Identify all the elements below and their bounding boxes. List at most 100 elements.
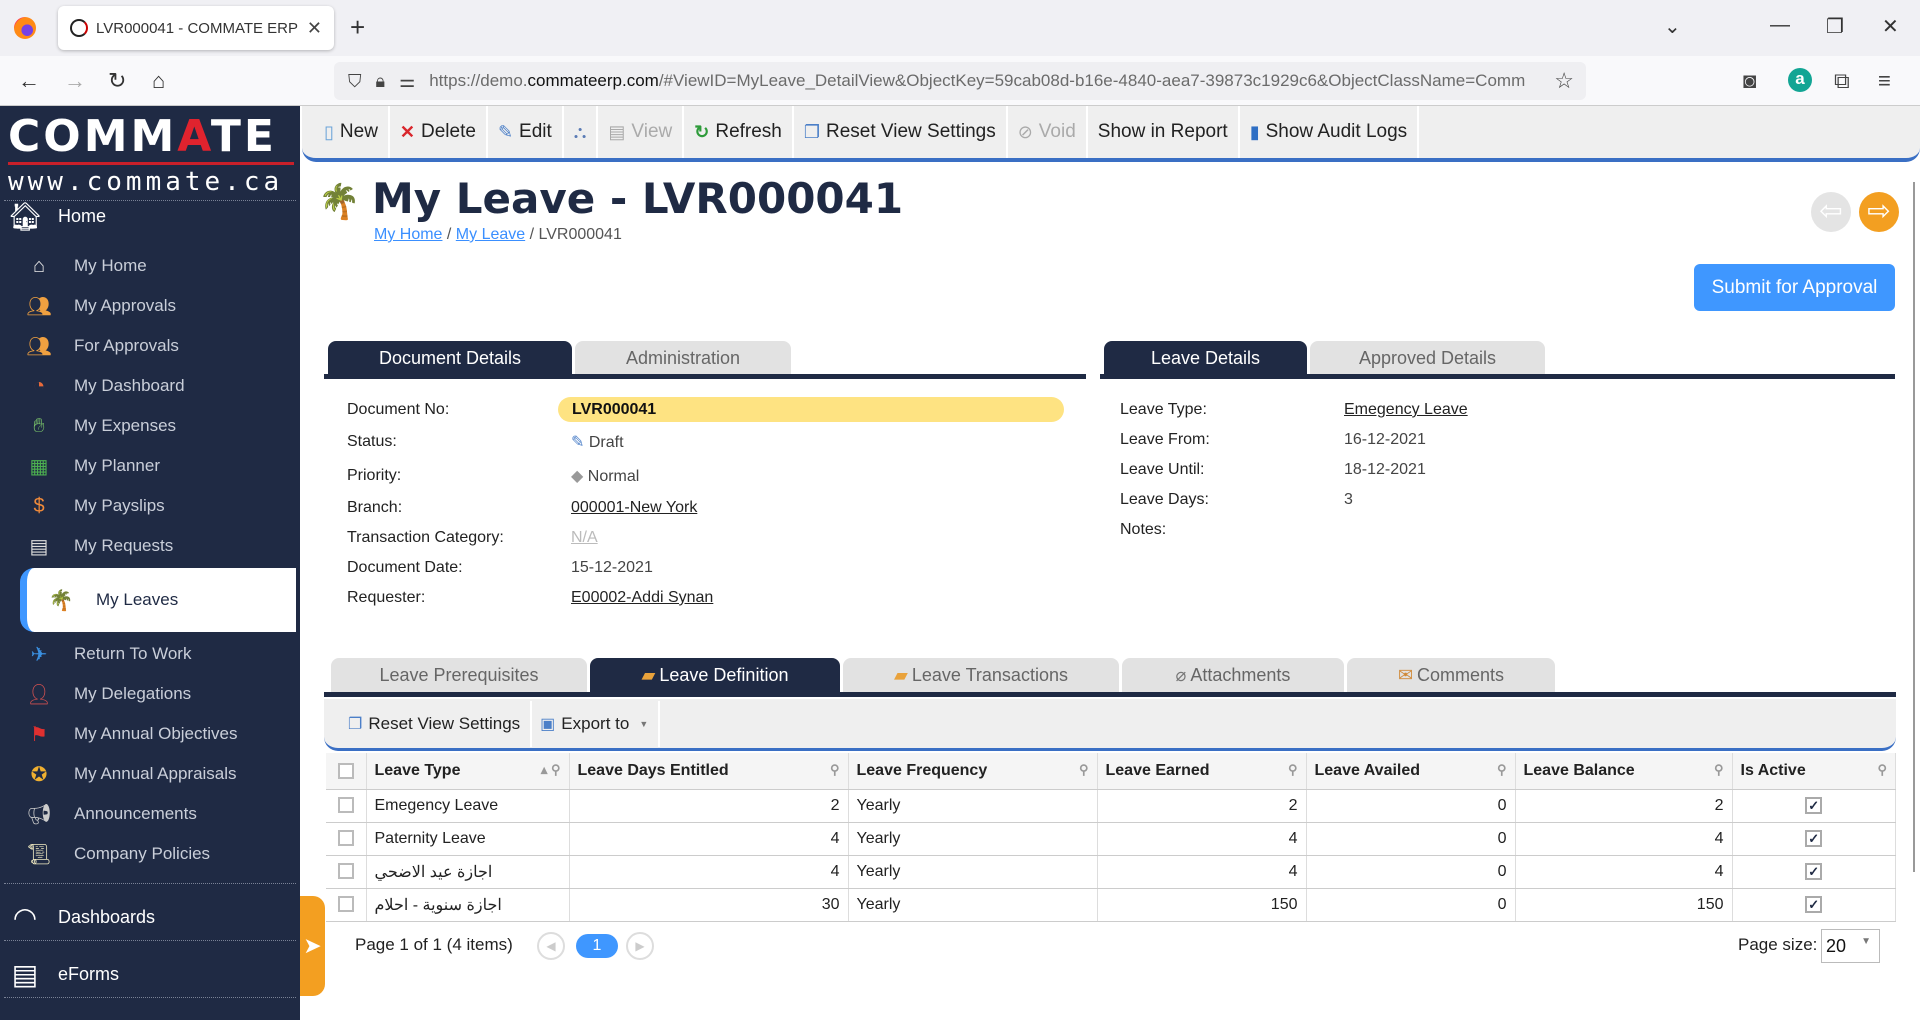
table-row[interactable]: اجازة سنوية - احلام 30 Yearly 150 0 150 ✓ [326, 888, 1896, 922]
tab-comments[interactable]: ✉ Comments [1347, 658, 1555, 692]
refresh-button[interactable]: ↻ Refresh [684, 106, 794, 158]
sidebar-item-my-approvals[interactable]: 👥︎ My Approvals [24, 286, 300, 326]
tab-document-details[interactable]: Document Details [328, 341, 572, 375]
table-row[interactable]: Emegency Leave 2 Yearly 2 0 2 ✓ [326, 789, 1896, 823]
branch-link[interactable]: 000001-New York [571, 499, 697, 517]
sidebar-item-my-payslips[interactable]: $ My Payslips [24, 486, 300, 526]
column-header-leave-balance[interactable]: Leave Balance ⚲ [1515, 753, 1733, 790]
back-button[interactable]: ← [18, 68, 40, 94]
sidebar-item-my-requests[interactable]: ▤ My Requests [24, 526, 300, 566]
select-all-checkbox[interactable] [326, 753, 367, 790]
tab-leave-details[interactable]: Leave Details [1104, 341, 1307, 375]
tab-administration[interactable]: Administration [575, 341, 791, 375]
page-scrollbar[interactable] [1913, 182, 1915, 872]
show-in-report-button[interactable]: Show in Report [1088, 106, 1240, 158]
column-header-leave-earned[interactable]: Leave Earned ⚲ [1097, 753, 1307, 790]
table-row[interactable]: اجازة عيد الاضحي 4 Yearly 4 0 4 ✓ [326, 855, 1896, 889]
row-select-checkbox[interactable] [326, 855, 367, 889]
permissions-icon[interactable]: ⚌ [399, 71, 415, 92]
show-audit-logs-button[interactable]: ▮ Show Audit Logs [1240, 106, 1420, 158]
row-select-checkbox[interactable] [326, 789, 367, 823]
tab-list-chevron-icon[interactable]: ⌄ [1664, 14, 1681, 39]
page-size-select[interactable]: 20 ▼ [1821, 929, 1880, 963]
filter-pin-icon[interactable]: ⚲ [1714, 762, 1724, 778]
sidebar-item-my-expenses[interactable]: ✋︎ My Expenses [24, 406, 300, 446]
pager-page-1[interactable]: 1 [576, 934, 618, 958]
sidebar-item-my-leaves[interactable]: 🌴 My Leaves [20, 568, 296, 632]
sidebar-item-for-approvals[interactable]: 👥︎ For Approvals [24, 326, 300, 366]
sidebar-item-my-planner[interactable]: ▦ My Planner [24, 446, 300, 486]
edit-button[interactable]: ✎ Edit [488, 106, 564, 158]
filter-pin-icon[interactable]: ⚲ [1288, 762, 1298, 778]
collapse-sidebar-button[interactable]: ➤ [300, 896, 325, 996]
forward-button[interactable]: → [64, 68, 86, 94]
column-header-leave-frequency[interactable]: Leave Frequency ⚲ [848, 753, 1098, 790]
url-bar[interactable]: ⛉ 🔒︎ ⚌ https://demo.commateerp.com/#View… [334, 62, 1586, 100]
home-button[interactable]: ⌂ [152, 68, 165, 94]
lock-icon[interactable]: 🔒︎ [376, 71, 386, 92]
url-text[interactable]: https://demo.commateerp.com/#ViewID=MyLe… [429, 71, 1529, 91]
filter-pin-icon[interactable]: ⚲ [1877, 762, 1887, 778]
sidebar-item-my-annual-appraisals[interactable]: ✪ My Annual Appraisals [24, 754, 300, 794]
pager-prev-button[interactable]: ◀ [537, 932, 565, 960]
sidebar-home-group[interactable]: 🏠︎ Home [7, 196, 106, 236]
menu-icon[interactable]: ≡ [1878, 68, 1891, 94]
shield-icon[interactable]: ⛉ [348, 71, 362, 92]
breadcrumb-my-leave[interactable]: My Leave [456, 226, 525, 243]
export-to-dropdown[interactable]: ▣ Export to ▼ [540, 700, 661, 747]
filter-pin-icon[interactable]: ⚲ [1079, 762, 1089, 778]
table-row[interactable]: Paternity Leave 4 Yearly 4 0 4 ✓ [326, 822, 1896, 856]
restore-button[interactable]: ❐ [1826, 14, 1844, 39]
new-tab-button[interactable]: + [350, 12, 365, 43]
sidebar-item-return-to-work[interactable]: ✈︎ Return To Work [24, 634, 300, 674]
void-button[interactable]: ⊘ Void [1008, 106, 1088, 158]
sidebar-item-my-home[interactable]: ⌂ My Home [24, 246, 300, 286]
sidebar-item-my-annual-objectives[interactable]: ⚑ My Annual Objectives [24, 714, 300, 754]
document-no-value[interactable]: LVR000041 [558, 397, 1064, 422]
tab-leave-definition[interactable]: ▰ Leave Definition [590, 658, 840, 692]
commate-logo[interactable]: COMMATE www.commate.ca [8, 114, 294, 197]
row-select-checkbox[interactable] [326, 888, 367, 922]
transaction-category-link[interactable]: N/A [571, 529, 598, 547]
filter-pin-icon[interactable]: ⚲ [830, 762, 840, 778]
reset-view-settings-button[interactable]: ❐ Reset View Settings [794, 106, 1008, 158]
breadcrumb-my-home[interactable]: My Home [374, 226, 442, 243]
tab-approved-details[interactable]: Approved Details [1310, 341, 1545, 375]
sidebar-item-announcements[interactable]: 📢︎ Announcements [24, 794, 300, 834]
column-header-leave-type[interactable]: Leave Type ▴ ⚲ [366, 753, 570, 790]
tab-leave-prerequisites[interactable]: Leave Prerequisites [331, 658, 587, 692]
pager-next-button[interactable]: ▶ [626, 932, 654, 960]
tab-leave-transactions[interactable]: ▰ Leave Transactions [843, 658, 1119, 692]
extensions-icon[interactable]: ⧉ [1834, 68, 1850, 94]
close-window-button[interactable]: ✕ [1882, 14, 1899, 39]
minimize-button[interactable]: — [1770, 14, 1790, 37]
sidebar-dashboards-group[interactable]: ◠ Dashboards [8, 897, 155, 937]
sidebar-item-my-dashboard[interactable]: ◔ My Dashboard [24, 366, 300, 406]
new-button[interactable]: ▯ New [302, 106, 390, 158]
close-tab-icon[interactable]: ✕ [307, 18, 322, 39]
workflow-button[interactable]: ⛬ [564, 106, 599, 158]
grid-reset-view-settings-button[interactable]: ❐ Reset View Settings [348, 700, 533, 747]
sidebar-eforms-group[interactable]: ▤ eForms [8, 954, 119, 994]
browser-tab[interactable]: LVR000041 - COMMATE ERP ✕ [58, 6, 334, 50]
column-header-leave-days-entitled[interactable]: Leave Days Entitled ⚲ [569, 753, 849, 790]
requester-link[interactable]: E00002-Addi Synan [571, 589, 713, 607]
pocket-icon[interactable]: ◙ [1743, 68, 1756, 94]
filter-pin-icon[interactable]: ⚲ [1497, 762, 1507, 778]
row-select-checkbox[interactable] [326, 822, 367, 856]
account-avatar[interactable]: a [1788, 68, 1812, 92]
previous-record-button[interactable]: ⇦ [1811, 192, 1851, 232]
sidebar-item-company-policies[interactable]: 📜︎ Company Policies [24, 834, 300, 874]
sidebar-item-my-delegations[interactable]: 👤︎ My Delegations [24, 674, 300, 714]
column-header-leave-availed[interactable]: Leave Availed ⚲ [1306, 753, 1516, 790]
column-header-is-active[interactable]: Is Active ⚲ [1732, 753, 1896, 790]
delete-button[interactable]: ✕ Delete [390, 106, 488, 158]
reload-button[interactable]: ↻ [108, 68, 126, 94]
tab-attachments[interactable]: ⌀ Attachments [1122, 658, 1344, 692]
view-button[interactable]: ▤ View [598, 106, 685, 158]
submit-for-approval-button[interactable]: Submit for Approval [1694, 264, 1895, 311]
sort-filter-icon[interactable]: ▴ ⚲ [541, 762, 561, 778]
next-record-button[interactable]: ⇨ [1859, 192, 1899, 232]
leave-type-link[interactable]: Emegency Leave [1344, 401, 1468, 419]
bookmark-star-icon[interactable]: ☆ [1554, 68, 1574, 94]
